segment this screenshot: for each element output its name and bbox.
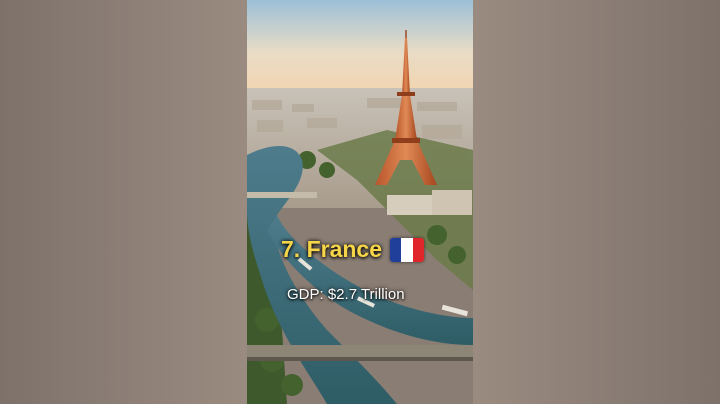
paris-aerial-photo [247,0,473,404]
country-title: 7. France [281,236,424,263]
blurred-background-right [473,0,720,404]
france-flag-icon [390,237,424,262]
gdp-caption: GDP: $2.7 Trillion [287,286,405,303]
blurred-background-left [0,0,247,404]
country-title-text: 7. France [281,236,382,262]
